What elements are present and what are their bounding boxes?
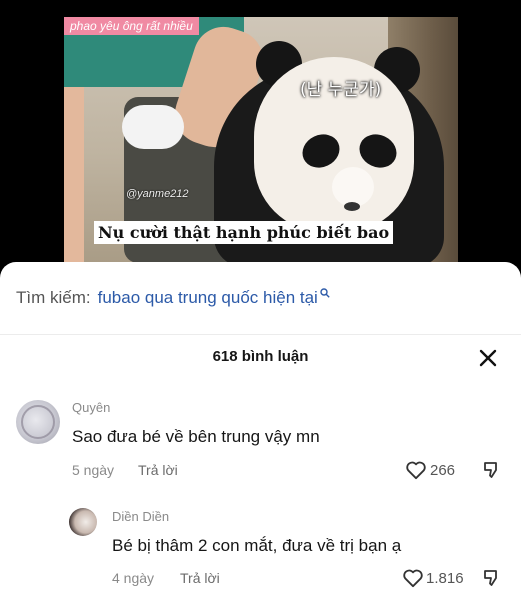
comment-author[interactable]: Quyên: [72, 400, 110, 415]
like-count: 1.816: [426, 570, 464, 587]
search-query-link[interactable]: fubao qua trung quốc hiện tại: [98, 288, 318, 308]
heart-icon[interactable]: [405, 460, 427, 480]
avatar[interactable]: [16, 400, 60, 444]
search-icon[interactable]: [320, 288, 330, 298]
like-count: 266: [430, 462, 456, 479]
comment-time: 5 ngày: [72, 462, 115, 478]
keeper-leg: [64, 77, 84, 263]
keeper-glove: [122, 105, 184, 149]
comment-item: Diền Diền Bé bị thâm 2 con mắt, đưa về t…: [0, 502, 521, 600]
avatar[interactable]: [69, 508, 97, 536]
panda-nose: [344, 202, 360, 211]
comment-text: Bé bị thâm 2 con mắt, đưa về trị bạn ạ: [112, 536, 402, 555]
comments-sheet: Tìm kiếm: fubao qua trung quốc hiện tại …: [0, 262, 521, 600]
comment-item: Quyên Sao đưa bé về bên trung vậy mn 5 n…: [0, 394, 521, 494]
comment-text: Sao đưa bé về bên trung vậy mn: [72, 427, 320, 446]
video-frame: phao yêu ông rất nhiều (난 누군가) @yanme212…: [64, 17, 458, 263]
video-top-caption: phao yêu ông rất nhiều: [64, 17, 199, 35]
close-icon[interactable]: [477, 347, 499, 369]
reply-button[interactable]: Trả lời: [138, 462, 178, 478]
dislike-icon[interactable]: [482, 569, 500, 587]
video-player[interactable]: phao yêu ông rất nhiều (난 누군가) @yanme212…: [0, 0, 521, 280]
comment-count: 618 bình luận: [212, 348, 309, 365]
search-suggestion[interactable]: Tìm kiếm: fubao qua trung quốc hiện tại: [0, 262, 521, 335]
heart-icon[interactable]: [402, 568, 424, 588]
video-korean-caption: (난 누군가): [300, 80, 382, 100]
comment-time: 4 ngày: [112, 570, 155, 586]
search-label: Tìm kiếm:: [16, 288, 91, 307]
dislike-icon[interactable]: [482, 461, 500, 479]
video-watermark: @yanme212: [126, 188, 189, 200]
video-subtitle: Nụ cười thật hạnh phúc biết bao: [94, 221, 394, 244]
panda-muzzle: [332, 167, 374, 207]
reply-button[interactable]: Trả lời: [180, 570, 220, 586]
comment-author[interactable]: Diền Diền: [112, 509, 169, 524]
